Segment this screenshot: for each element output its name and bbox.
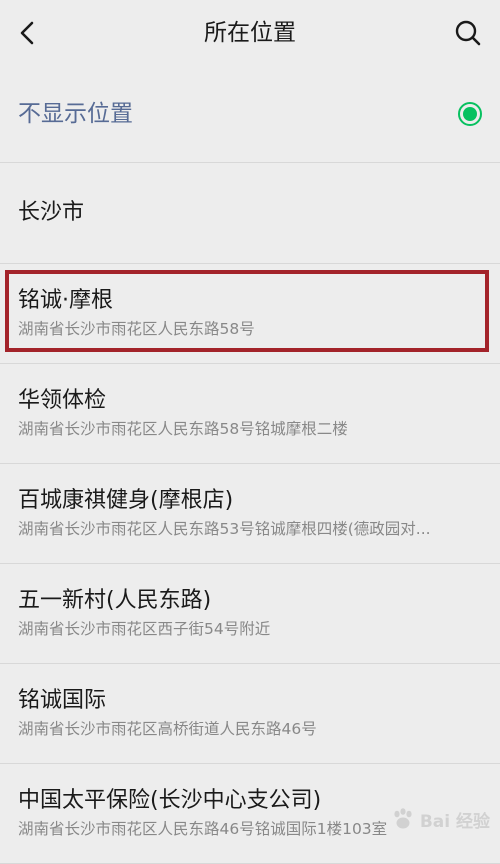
location-item[interactable]: 铭诚国际 湖南省长沙市雨花区高桥街道人民东路46号 xyxy=(0,664,500,764)
location-name: 铭诚·摩根 xyxy=(18,288,113,313)
location-name: 五一新村(人民东路) xyxy=(18,588,212,613)
location-address: 湖南省长沙市雨花区西子街54号附近 xyxy=(18,620,271,638)
location-name: 百城康祺健身(摩根店) xyxy=(18,488,234,513)
hide-location-label: 不显示位置 xyxy=(18,101,133,127)
paw-logo-icon xyxy=(394,808,412,829)
location-name: 铭诚国际 xyxy=(18,688,107,713)
location-item[interactable]: 五一新村(人民东路) 湖南省长沙市雨花区西子街54号附近 xyxy=(0,564,500,664)
location-address: 湖南省长沙市雨花区高桥街道人民东路46号 xyxy=(18,720,317,738)
location-address: 湖南省长沙市雨花区人民东路58号铭城摩根二楼 xyxy=(18,420,348,438)
page-title: 所在位置 xyxy=(204,20,296,46)
city-label: 长沙市 xyxy=(18,200,85,225)
location-item[interactable]: 百城康祺健身(摩根店) 湖南省长沙市雨花区人民东路53号铭诚摩根四楼(德政园对.… xyxy=(0,464,500,564)
city-option[interactable]: 长沙市 xyxy=(0,163,500,264)
search-button[interactable] xyxy=(448,13,488,53)
location-item[interactable]: 华领体检 湖南省长沙市雨花区人民东路58号铭城摩根二楼 xyxy=(0,364,500,464)
radio-dot xyxy=(463,107,477,121)
baidu-watermark: Bai 经验 xyxy=(390,806,490,832)
location-item[interactable]: 铭诚·摩根 湖南省长沙市雨花区人民东路58号 xyxy=(0,264,500,364)
selected-radio-icon xyxy=(458,102,482,126)
hide-location-option[interactable]: 不显示位置 xyxy=(0,66,500,163)
location-name: 中国太平保险(长沙中心支公司) xyxy=(18,788,322,813)
location-name: 华领体检 xyxy=(18,388,107,413)
location-address: 湖南省长沙市雨花区人民东路58号 xyxy=(18,320,255,338)
location-list: 铭诚·摩根 湖南省长沙市雨花区人民东路58号 华领体检 湖南省长沙市雨花区人民东… xyxy=(0,264,500,864)
search-icon xyxy=(455,20,481,46)
top-bar: 所在位置 xyxy=(0,0,500,66)
location-address: 湖南省长沙市雨花区人民东路53号铭诚摩根四楼(德政园对... xyxy=(18,520,431,538)
watermark-text: Bai 经验 xyxy=(419,811,490,832)
